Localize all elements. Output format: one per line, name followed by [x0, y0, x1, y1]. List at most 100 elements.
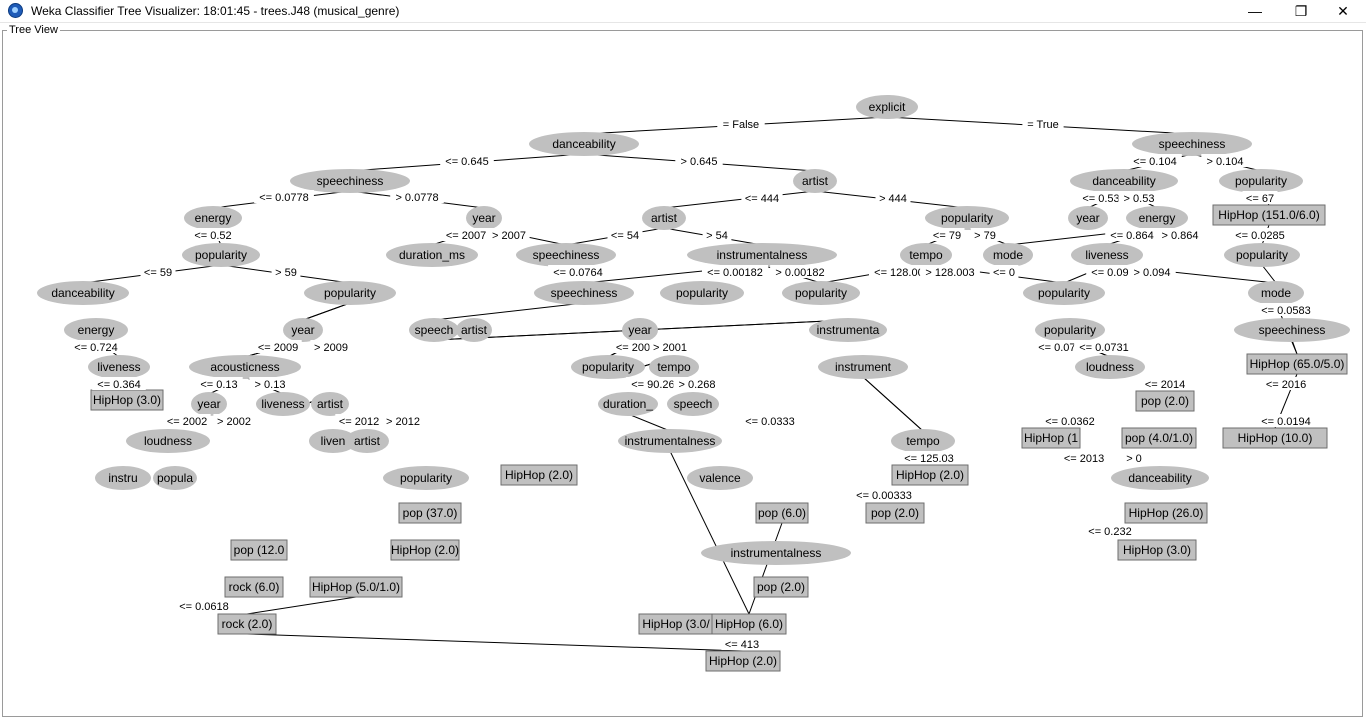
tree-node-danceability-5[interactable]: danceability — [37, 281, 129, 305]
tree-node-pop-4-9[interactable]: pop (4.0/1.0) — [1121, 427, 1197, 449]
tree-node-speechiness-5[interactable]: speechiness — [534, 281, 634, 305]
node-label: speechiness — [317, 174, 384, 188]
tree-node-tempo-7[interactable]: tempo — [649, 355, 699, 379]
node-label: instru — [108, 471, 137, 485]
tree-node-hiphop-2c[interactable]: HipHop (2.0) — [390, 539, 460, 561]
tree-node-artist-9[interactable]: artist — [345, 429, 389, 453]
tree-node-liveness-r4[interactable]: liveness — [1071, 243, 1143, 267]
tree-node-speechiness-6[interactable]: speechiness — [1234, 318, 1350, 342]
tree-node-year-8[interactable]: year — [191, 392, 227, 416]
edge-label: > 59 — [275, 267, 297, 279]
tree-node-speechiness-4[interactable]: speechiness — [516, 243, 616, 267]
tree-node-year-3[interactable]: year — [466, 206, 502, 230]
tree-node-popularity-5c[interactable]: popularity — [782, 281, 860, 305]
tree-node-popularity-3[interactable]: popularity — [925, 206, 1009, 230]
tree-node-danceability-10[interactable]: danceability — [1111, 466, 1209, 490]
tree-node-mode-4[interactable]: mode — [983, 243, 1033, 267]
tree-node-hiphop-65[interactable]: HipHop (65.0/5.0) — [1246, 353, 1348, 375]
tree-node-hiphop-2d[interactable]: HipHop (2.0) — [705, 650, 781, 672]
tree-node-speech-8[interactable]: speech — [667, 392, 719, 416]
tree-node-instrumentalness-12[interactable]: instrumentalness — [701, 541, 851, 565]
tree-node-popularity-7[interactable]: popularity — [571, 355, 645, 379]
tree-node-energy-6[interactable]: energy — [64, 318, 128, 342]
tree-node-loudness-9[interactable]: loudness — [126, 429, 210, 453]
node-label: pop (2.0) — [757, 580, 805, 594]
tree-node-popularity-r4[interactable]: popularity — [1224, 243, 1300, 267]
tree-node-rock-2[interactable]: rock (2.0) — [217, 613, 277, 635]
tree-node-popularity-6[interactable]: popularity — [1035, 318, 1105, 342]
tree-node-artist-8[interactable]: artist — [311, 392, 349, 416]
tree-node-hiphop-2a[interactable]: HipHop (2.0) — [500, 464, 578, 486]
tree-node-pop-37[interactable]: pop (37.0) — [398, 502, 462, 524]
edge-condition: > 54 — [702, 228, 732, 242]
tree-edge — [246, 633, 744, 652]
tree-node-instru-10[interactable]: instru — [95, 466, 151, 490]
tree-node-hiphop-2b[interactable]: HipHop (2.0) — [891, 464, 969, 486]
tree-node-pop-12[interactable]: pop (12.0 — [230, 539, 288, 561]
tree-node-hiphop-3c[interactable]: HipHop (3.0/ — [638, 613, 714, 635]
tree-node-popularity-5[interactable]: popularity — [304, 281, 396, 305]
tree-node-hiphop-151[interactable]: HipHop (151.0/6.0) — [1212, 204, 1326, 226]
tree-node-hiphop-3b[interactable]: HipHop (3.0) — [1117, 539, 1197, 561]
decision-tree-canvas[interactable]: explicit danceability speechiness speechine… — [0, 0, 1366, 721]
tree-node-liveness-8[interactable]: liveness — [256, 392, 310, 416]
tree-node-tempo-9[interactable]: tempo — [891, 429, 955, 453]
tree-node-hiphop-3a[interactable]: HipHop (3.0) — [90, 389, 164, 411]
tree-node-popula-10[interactable]: popula — [153, 466, 197, 490]
tree-node-tempo-4[interactable]: tempo — [900, 243, 952, 267]
tree-node-artist-3[interactable]: artist — [642, 206, 686, 230]
node-label: popularity — [795, 286, 847, 300]
tree-node-hiphop-26[interactable]: HipHop (26.0) — [1124, 502, 1208, 524]
tree-node-pop-2-13[interactable]: pop (2.0) — [753, 576, 809, 598]
tree-node-popularity-r[interactable]: popularity — [1219, 169, 1303, 193]
tree-node-danceability-r[interactable]: danceability — [1070, 169, 1178, 193]
tree-node-loudness-7[interactable]: loudness — [1075, 355, 1145, 379]
tree-node-pop-2-11[interactable]: pop (2.0) — [865, 502, 925, 524]
edge-condition: > 0 — [1122, 451, 1146, 465]
tree-node-explicit[interactable]: explicit — [856, 95, 918, 119]
tree-node-artist-2[interactable]: artist — [793, 169, 837, 193]
tree-node-instrument-7[interactable]: instrument — [818, 355, 908, 379]
tree-node-valence-10[interactable]: valence — [687, 466, 753, 490]
tree-node-speechiness-r[interactable]: speechiness — [1132, 132, 1252, 156]
tree-node-liveness-7[interactable]: liveness — [88, 355, 150, 379]
edge-label: = True — [1027, 119, 1059, 131]
edge-condition: > 444 — [875, 191, 911, 205]
tree-node-mode-5[interactable]: mode — [1248, 281, 1304, 305]
tree-node-danceability-1[interactable]: danceability — [529, 132, 639, 156]
edge-condition: <= 444 — [741, 191, 783, 205]
tree-node-popularity-4[interactable]: popularity — [182, 243, 260, 267]
tree-node-instrumentalness-9[interactable]: instrumentalness — [618, 429, 722, 453]
tree-node-year-6b[interactable]: year — [622, 318, 658, 342]
tree-node-hiphop-6[interactable]: HipHop (6.0) — [711, 613, 787, 635]
tree-node-acousticness-7[interactable]: acousticness — [189, 355, 301, 379]
tree-node-year-6[interactable]: year — [283, 318, 323, 342]
edge-label: > 0.094 — [1133, 267, 1170, 279]
tree-node-instrumenta-6[interactable]: instrumenta — [809, 318, 887, 342]
tree-node-artist-6[interactable]: artist — [456, 318, 492, 342]
tree-node-instrumentalness-4[interactable]: instrumentalness — [687, 243, 837, 267]
node-label: danceability — [552, 137, 615, 151]
node-label: HipHop (5.0/1.0) — [312, 580, 400, 594]
node-label: mode — [1261, 286, 1291, 300]
tree-node-year-r3[interactable]: year — [1068, 206, 1108, 230]
tree-node-speech-6[interactable]: speech — [409, 318, 459, 342]
tree-node-energy-r3[interactable]: energy — [1126, 206, 1188, 230]
tree-node-hiphop-10[interactable]: HipHop (10.0) — [1222, 427, 1328, 449]
tree-node-rock-6[interactable]: rock (6.0) — [224, 576, 284, 598]
tree-node-energy-3[interactable]: energy — [184, 206, 242, 230]
edge-condition: > 0.645 — [675, 154, 723, 168]
tree-node-popularity-5d[interactable]: popularity — [1023, 281, 1105, 305]
tree-node-hiphop-5[interactable]: HipHop (5.0/1.0) — [309, 576, 403, 598]
tree-node-speechiness-2[interactable]: speechiness — [290, 169, 410, 193]
tree-node-pop-2-8[interactable]: pop (2.0) — [1135, 390, 1195, 412]
tree-node-hiphop-1-9[interactable]: HipHop (1 — [1021, 427, 1081, 449]
tree-node-duration-8[interactable]: duration_ — [598, 392, 658, 416]
edge-label: <= 0.724 — [74, 342, 117, 354]
tree-node-duration-4[interactable]: duration_ms — [386, 243, 478, 267]
edge-label: <= 0.00182 — [707, 267, 763, 279]
node-label: popularity — [1044, 323, 1096, 337]
tree-node-pop-6-11[interactable]: pop (6.0) — [755, 502, 809, 524]
tree-node-popularity-5b[interactable]: popularity — [660, 281, 744, 305]
tree-node-popularity-10[interactable]: popularity — [383, 466, 469, 490]
